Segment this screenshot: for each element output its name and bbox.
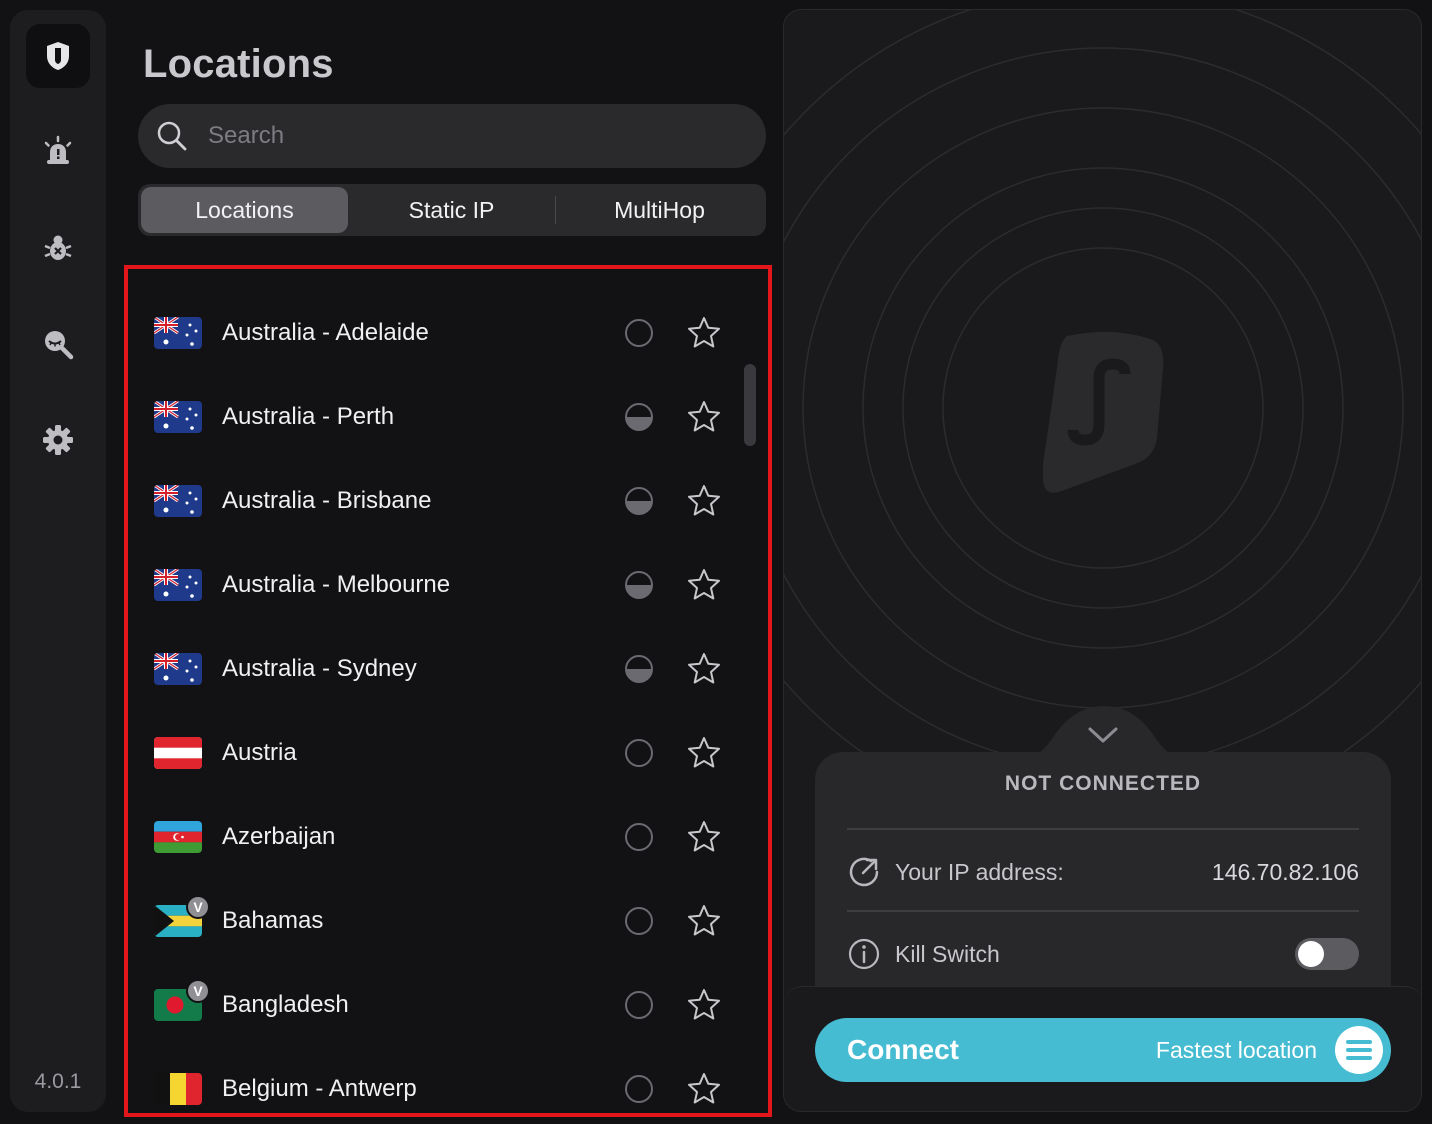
menu-icon bbox=[1346, 1040, 1372, 1060]
favorite-star-icon[interactable] bbox=[686, 1071, 722, 1107]
favorite-star-icon[interactable] bbox=[686, 399, 722, 435]
location-row[interactable]: Australia - Adelaide bbox=[128, 291, 768, 375]
kill-switch-row: Kill Switch bbox=[847, 934, 1359, 974]
server-load-icon bbox=[625, 823, 653, 851]
server-load-icon bbox=[625, 1075, 653, 1103]
connection-panel: NOT CONNECTED Your IP address: 146.70.82… bbox=[783, 9, 1422, 1112]
status-divider bbox=[847, 828, 1359, 830]
location-row[interactable]: Australia - Perth bbox=[128, 375, 768, 459]
location-name: Australia - Adelaide bbox=[222, 319, 429, 346]
info-icon[interactable] bbox=[847, 937, 881, 971]
tab-static-ip[interactable]: Static IP bbox=[348, 187, 555, 233]
ip-address-label: Your IP address: bbox=[895, 858, 1064, 885]
server-load-icon bbox=[625, 403, 653, 431]
list-scrollbar[interactable] bbox=[744, 364, 756, 446]
server-load-icon bbox=[625, 907, 653, 935]
refresh-link-icon[interactable] bbox=[847, 855, 881, 889]
location-row[interactable]: Australia - Sydney bbox=[128, 627, 768, 711]
server-load-icon bbox=[625, 739, 653, 767]
location-row[interactable]: V Bangladesh bbox=[128, 963, 768, 1047]
search-icon bbox=[157, 121, 187, 151]
favorite-star-icon[interactable] bbox=[686, 483, 722, 519]
favorite-star-icon[interactable] bbox=[686, 651, 722, 687]
favorite-star-icon[interactable] bbox=[686, 987, 722, 1023]
location-row[interactable]: Australia - Melbourne bbox=[128, 543, 768, 627]
search-bar[interactable] bbox=[138, 104, 766, 168]
alert-icon bbox=[44, 135, 72, 164]
ip-address-row: Your IP address: 146.70.82.106 bbox=[847, 852, 1359, 892]
sidebar-item-vpn[interactable] bbox=[26, 24, 90, 88]
location-name: Bangladesh bbox=[222, 991, 349, 1018]
connect-area: Connect Fastest location bbox=[784, 986, 1421, 1111]
shield-icon bbox=[47, 42, 69, 70]
tab-multihop[interactable]: MultiHop bbox=[556, 187, 763, 233]
virtual-location-badge: V bbox=[186, 895, 210, 919]
location-name: Bahamas bbox=[222, 907, 324, 934]
page-title: Locations bbox=[143, 42, 334, 86]
location-list: Australia - Adelaide Australia - Perth Aus… bbox=[124, 265, 772, 1117]
flag-belgium-icon bbox=[154, 1073, 202, 1105]
server-load-icon bbox=[625, 571, 653, 599]
kill-switch-toggle[interactable] bbox=[1295, 938, 1359, 970]
flag-australia-icon bbox=[154, 401, 202, 433]
favorite-star-icon[interactable] bbox=[686, 819, 722, 855]
sidebar-item-antivirus[interactable] bbox=[26, 216, 90, 280]
fastest-location-label: Fastest location bbox=[1155, 1036, 1317, 1063]
version-label: 4.0.1 bbox=[34, 1070, 82, 1093]
location-name: Australia - Brisbane bbox=[222, 487, 432, 514]
location-name: Austria bbox=[222, 739, 297, 766]
connection-status: NOT CONNECTED bbox=[1004, 772, 1202, 795]
flag-australia-icon bbox=[154, 485, 202, 517]
connect-label: Connect bbox=[847, 1034, 959, 1065]
status-divider bbox=[847, 910, 1359, 912]
location-row[interactable]: Azerbaijan bbox=[128, 795, 768, 879]
kill-switch-label: Kill Switch bbox=[895, 940, 1000, 967]
sidebar-item-alert[interactable] bbox=[26, 120, 90, 184]
server-load-icon bbox=[625, 319, 653, 347]
flag-australia-icon bbox=[154, 569, 202, 601]
virtual-location-badge: V bbox=[186, 979, 210, 1003]
favorite-star-icon[interactable] bbox=[686, 315, 722, 351]
tab-locations[interactable]: Locations bbox=[141, 187, 348, 233]
server-load-icon bbox=[625, 487, 653, 515]
favorite-star-icon[interactable] bbox=[686, 567, 722, 603]
favorite-star-icon[interactable] bbox=[686, 735, 722, 771]
flag-australia-icon bbox=[154, 653, 202, 685]
search-privacy-icon bbox=[45, 331, 74, 360]
flag-austria-icon bbox=[154, 737, 202, 769]
location-name: Australia - Sydney bbox=[222, 655, 417, 682]
server-load-icon bbox=[625, 991, 653, 1019]
sidebar-item-settings[interactable] bbox=[26, 408, 90, 472]
location-name: Belgium - Antwerp bbox=[222, 1075, 417, 1102]
location-name: Australia - Melbourne bbox=[222, 571, 451, 598]
search-input[interactable] bbox=[208, 122, 708, 150]
ip-address-value: 146.70.82.106 bbox=[1211, 858, 1359, 885]
favorite-star-icon[interactable] bbox=[686, 903, 722, 939]
location-row[interactable]: Austria bbox=[128, 711, 768, 795]
location-name: Australia - Perth bbox=[222, 403, 395, 430]
location-menu-button[interactable] bbox=[1335, 1026, 1383, 1074]
server-load-icon bbox=[625, 655, 653, 683]
flag-australia-icon bbox=[154, 317, 202, 349]
connect-button[interactable]: Connect Fastest location bbox=[815, 1018, 1391, 1082]
location-name: Azerbaijan bbox=[222, 823, 336, 850]
location-row[interactable]: V Bahamas bbox=[128, 879, 768, 963]
location-row[interactable]: Belgium - Antwerp bbox=[128, 1047, 768, 1113]
location-tabs: Locations Static IP MultiHop bbox=[138, 184, 766, 236]
sidebar: 4.0.1 bbox=[10, 10, 106, 1112]
chevron-down-icon[interactable] bbox=[1086, 724, 1120, 746]
gear-icon bbox=[43, 425, 73, 455]
location-row[interactable]: Australia - Brisbane bbox=[128, 459, 768, 543]
flag-azerbaijan-icon bbox=[154, 821, 202, 853]
sidebar-item-search-privacy[interactable] bbox=[26, 312, 90, 376]
surfshark-logo-icon bbox=[1043, 331, 1164, 493]
bug-icon bbox=[44, 235, 72, 260]
